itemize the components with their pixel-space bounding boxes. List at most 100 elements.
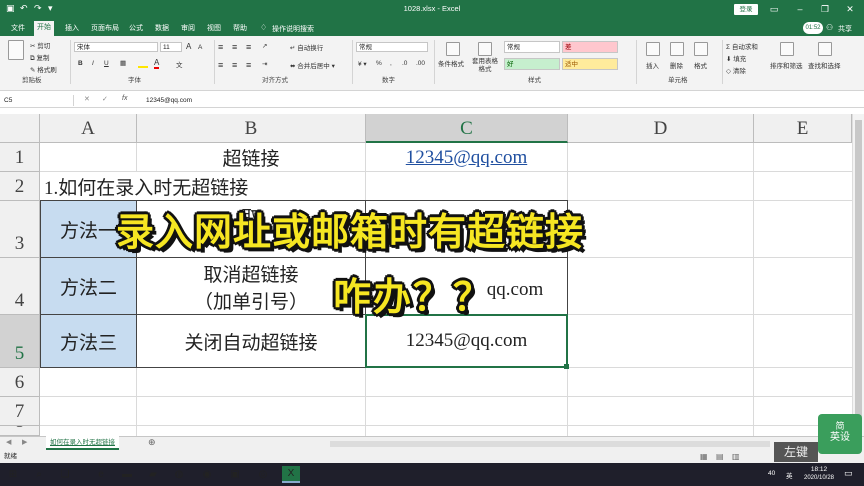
format-cells-button[interactable]: 格式 bbox=[694, 60, 707, 70]
cut-button[interactable]: ✂ 剪切 bbox=[30, 40, 50, 50]
style-bad[interactable]: 差 bbox=[562, 41, 618, 53]
close-button[interactable]: ✕ bbox=[840, 2, 860, 17]
wechat-icon[interactable]: ◎ bbox=[254, 466, 272, 483]
prev-sheet-icon[interactable]: ◀ bbox=[6, 438, 11, 446]
file-explorer-icon[interactable]: ▬ bbox=[118, 466, 136, 483]
table-format-icon[interactable] bbox=[478, 42, 492, 56]
percent-icon[interactable]: % bbox=[376, 60, 382, 67]
restore-button[interactable]: ❐ bbox=[815, 2, 835, 17]
font-shrink-icon[interactable]: A bbox=[198, 44, 202, 51]
decimal-decrease-icon[interactable]: .00 bbox=[416, 60, 425, 67]
avatar[interactable]: 01:52 bbox=[803, 22, 823, 34]
row-header-4[interactable]: 4 bbox=[0, 258, 40, 315]
cell-b4-line1[interactable]: 取消超链接 bbox=[137, 258, 365, 288]
orientation-icon[interactable]: ↗ bbox=[262, 42, 267, 50]
cancel-icon[interactable]: ✕ bbox=[84, 95, 90, 103]
underline-button[interactable]: U bbox=[104, 60, 109, 67]
column-header-d[interactable]: D bbox=[568, 114, 754, 143]
app-icon[interactable]: ◍ bbox=[170, 466, 188, 483]
clear-button[interactable]: ◇ 清除 bbox=[726, 65, 746, 75]
task-view-icon[interactable]: ❏ bbox=[56, 466, 74, 483]
normal-view-icon[interactable]: ▦ bbox=[700, 450, 708, 463]
row-header-5[interactable]: 5 bbox=[0, 315, 40, 368]
row-header-2[interactable]: 2 bbox=[0, 172, 40, 201]
insert-function-button[interactable]: fx bbox=[122, 95, 127, 102]
horizontal-scrollbar[interactable] bbox=[330, 441, 770, 447]
align-bottom-icon[interactable]: ≡ bbox=[246, 42, 251, 52]
menu-page-layout[interactable]: 页面布局 bbox=[88, 22, 122, 35]
sheet-tab-active[interactable]: 如何在录入时无超链接 bbox=[46, 436, 119, 450]
comma-icon[interactable]: , bbox=[390, 60, 392, 67]
copy-button[interactable]: ⧉ 复制 bbox=[30, 52, 49, 63]
row-header-7[interactable]: 7 bbox=[0, 397, 40, 426]
page-break-view-icon[interactable]: ▥ bbox=[732, 450, 740, 463]
menu-help[interactable]: 帮助 bbox=[230, 22, 250, 35]
menu-insert[interactable]: 插入 bbox=[62, 22, 82, 35]
align-center-icon[interactable]: ≡ bbox=[232, 60, 237, 70]
number-format-select[interactable]: 常规 bbox=[356, 42, 428, 52]
indent-icon[interactable]: ⇥ bbox=[262, 60, 267, 68]
insert-cells-icon[interactable] bbox=[646, 42, 660, 56]
font-grow-icon[interactable]: A bbox=[186, 42, 191, 51]
decimal-increase-icon[interactable]: .0 bbox=[402, 60, 407, 67]
cell-b1[interactable]: 超链接 bbox=[137, 143, 365, 172]
column-header-b[interactable]: B bbox=[137, 114, 366, 143]
conditional-format-button[interactable]: 条件格式 bbox=[438, 58, 464, 68]
cell-a2[interactable]: 1.如何在录入时无超链接 bbox=[44, 172, 344, 201]
cell-a5[interactable]: 方法三 bbox=[41, 315, 136, 367]
folder-icon[interactable]: ▰ bbox=[144, 466, 162, 483]
format-cells-icon[interactable] bbox=[694, 42, 708, 56]
align-middle-icon[interactable]: ≡ bbox=[232, 42, 237, 52]
login-button[interactable]: 登录 bbox=[734, 4, 758, 15]
find-select-button[interactable]: 查找和选择 bbox=[808, 60, 841, 70]
insert-cells-button[interactable]: 插入 bbox=[646, 60, 659, 70]
style-normal[interactable]: 常规 bbox=[504, 41, 560, 53]
table-format-button[interactable]: 套用表格格式 bbox=[470, 58, 500, 74]
style-neutral[interactable]: 适中 bbox=[562, 58, 618, 70]
notification-icon[interactable]: ▭ bbox=[844, 468, 853, 479]
menu-home[interactable]: 开始 bbox=[34, 21, 54, 36]
menu-data[interactable]: 数据 bbox=[152, 22, 172, 35]
volume-indicator[interactable]: 40 bbox=[768, 470, 775, 477]
ime-indicator[interactable]: 英 bbox=[786, 470, 793, 480]
bold-button[interactable]: B bbox=[78, 60, 83, 67]
ribbon-display-icon[interactable]: ▭ bbox=[764, 2, 784, 17]
cell-c1-link[interactable]: 12345@qq.com bbox=[366, 143, 567, 172]
edge-browser-icon[interactable]: e bbox=[92, 466, 110, 483]
menu-review[interactable]: 审阅 bbox=[178, 22, 198, 35]
cell-c5[interactable]: 12345@qq.com bbox=[366, 315, 567, 367]
style-good[interactable]: 好 bbox=[504, 58, 560, 70]
format-painter-button[interactable]: ✎ 格式刷 bbox=[30, 64, 57, 74]
cell-a4[interactable]: 方法二 bbox=[41, 258, 136, 314]
formula-input[interactable]: 12345@qq.com bbox=[146, 95, 192, 106]
excel-taskbar-icon[interactable]: X bbox=[282, 466, 300, 483]
paste-icon[interactable] bbox=[8, 40, 24, 60]
add-sheet-icon[interactable]: ⊕ bbox=[148, 437, 156, 448]
enter-icon[interactable]: ✓ bbox=[102, 95, 108, 103]
align-top-icon[interactable]: ≡ bbox=[218, 42, 223, 52]
cell-b5[interactable]: 关闭自动超链接 bbox=[137, 315, 365, 367]
scroll-thumb[interactable] bbox=[855, 120, 862, 420]
minimize-button[interactable]: – bbox=[790, 2, 810, 17]
align-left-icon[interactable]: ≡ bbox=[218, 60, 223, 70]
row-header-1[interactable]: 1 bbox=[0, 143, 40, 172]
row-header-8[interactable]: 8 bbox=[0, 426, 40, 436]
column-header-e[interactable]: E bbox=[754, 114, 852, 143]
font-name-select[interactable]: 宋体 bbox=[74, 42, 158, 52]
italic-button[interactable]: I bbox=[92, 60, 94, 67]
font-color-icon[interactable]: A bbox=[154, 58, 160, 69]
clock-date[interactable]: 2020/10/28 bbox=[798, 475, 840, 481]
cell-b4-line2[interactable]: （加单引号） bbox=[137, 286, 365, 314]
phonetic-icon[interactable]: 文 bbox=[176, 59, 183, 69]
app2-icon[interactable]: ◉ bbox=[198, 466, 216, 483]
delete-cells-icon[interactable] bbox=[670, 42, 684, 56]
windows-start-icon[interactable]: ⊞ bbox=[4, 466, 22, 483]
name-box[interactable]: C5 bbox=[2, 95, 74, 106]
column-header-a[interactable]: A bbox=[40, 114, 137, 143]
conditional-format-icon[interactable] bbox=[446, 42, 460, 56]
currency-icon[interactable]: ¥ ▾ bbox=[358, 60, 367, 68]
vertical-scrollbar[interactable] bbox=[852, 114, 864, 436]
share-button[interactable]: 共享 bbox=[838, 24, 852, 34]
fill-color-icon[interactable] bbox=[138, 60, 148, 68]
fill-button[interactable]: ⬇ 填充 bbox=[726, 53, 746, 63]
